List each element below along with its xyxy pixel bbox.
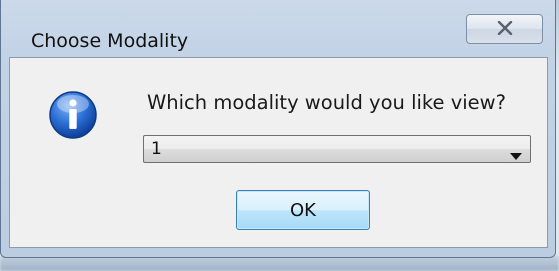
prompt-text: Which modality would you like view? — [147, 91, 506, 114]
choose-modality-dialog: Choose Modality Which modality would you… — [0, 0, 556, 258]
title-bar[interactable]: Choose Modality — [1, 0, 555, 52]
window-title: Choose Modality — [31, 30, 189, 52]
close-button[interactable] — [466, 14, 543, 44]
taskbar-edge — [0, 256, 559, 271]
chevron-down-icon — [510, 146, 522, 165]
ok-button[interactable]: OK — [236, 190, 370, 230]
modality-select[interactable]: 1 — [143, 135, 531, 163]
info-icon — [48, 90, 98, 140]
dialog-body: Which modality would you like view? 1 OK — [9, 57, 548, 248]
close-icon — [497, 20, 513, 39]
selected-modality-value: 1 — [151, 139, 162, 159]
